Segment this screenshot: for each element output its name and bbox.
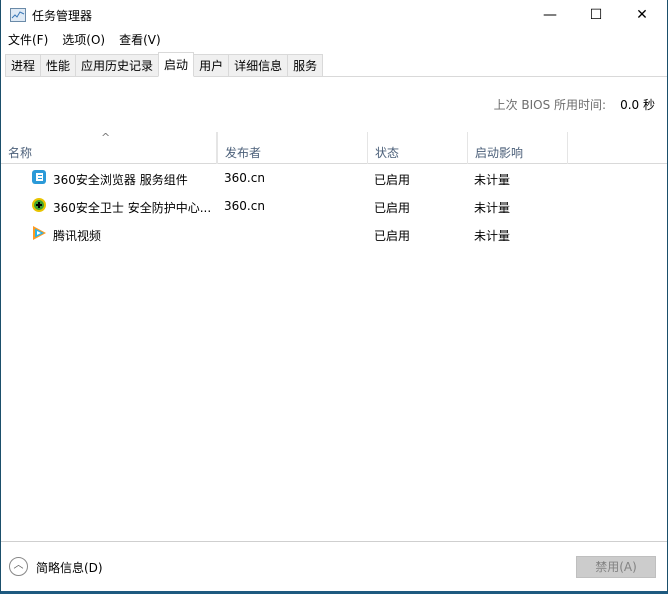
row-status: 已启用 (374, 173, 411, 187)
bios-time-label: 上次 BIOS 所用时间: (493, 98, 607, 112)
title-bar: 任务管理器 — ☐ ✕ (1, 0, 667, 30)
close-button[interactable]: ✕ (619, 0, 665, 30)
row-publisher: 360.cn (224, 199, 265, 213)
row-impact: 未计量 (474, 201, 511, 215)
column-name[interactable]: 名称 (1, 132, 217, 164)
column-status[interactable]: 状态 (368, 132, 468, 164)
row-publisher: 360.cn (224, 171, 265, 185)
row-impact: 未计量 (474, 173, 511, 187)
bios-time: 上次 BIOS 所用时间: 0.0 秒 (494, 96, 655, 113)
maximize-button[interactable]: ☐ (573, 0, 619, 30)
tab-performance[interactable]: 性能 (40, 54, 76, 77)
tab-processes[interactable]: 进程 (5, 54, 41, 77)
chevron-up-icon[interactable]: ︿ (9, 557, 28, 576)
disable-button[interactable]: 禁用(A) (576, 556, 656, 578)
less-details-link[interactable]: 简略信息(D) (36, 559, 103, 576)
tab-bar: 进程 性能 应用历史记录 启动 用户 详细信息 服务 (5, 52, 667, 77)
window-title: 任务管理器 (32, 8, 93, 23)
footer: ︿ 简略信息(D) 禁用(A) (1, 541, 667, 591)
menu-view[interactable]: 查看(V) (112, 30, 168, 50)
tab-startup[interactable]: 启动 (158, 52, 195, 77)
row-impact: 未计量 (474, 229, 511, 243)
menu-file[interactable]: 文件(F) (1, 30, 55, 50)
row-status: 已启用 (374, 229, 411, 243)
table-row[interactable]: 360安全浏览器 服务组件 360.cn 已启用 未计量 (1, 164, 667, 192)
tab-details[interactable]: 详细信息 (228, 54, 288, 77)
row-name: 360安全卫士 安全防护中心... (53, 201, 212, 215)
360-browser-icon (32, 170, 46, 184)
bios-time-value: 0.0 秒 (620, 98, 655, 112)
tab-services[interactable]: 服务 (287, 54, 324, 77)
minimize-button[interactable]: — (527, 0, 573, 30)
tab-app-history[interactable]: 应用历史记录 (75, 54, 159, 77)
table-row[interactable]: 腾讯视频 已启用 未计量 (1, 220, 667, 248)
row-name: 360安全浏览器 服务组件 (53, 173, 188, 187)
360-safe-icon (32, 198, 46, 212)
task-manager-window: 任务管理器 — ☐ ✕ 文件(F) 选项(O) 查看(V) 进程 性能 应用历史… (0, 0, 668, 594)
row-name: 腾讯视频 (53, 229, 102, 243)
menu-options[interactable]: 选项(O) (55, 30, 112, 50)
task-manager-icon (10, 8, 26, 22)
tencent-video-icon (33, 226, 46, 240)
menu-bar: 文件(F) 选项(O) 查看(V) (1, 30, 168, 50)
column-header: ^ 名称 发布者 状态 启动影响 (1, 131, 667, 164)
table-row[interactable]: 360安全卫士 安全防护中心... 360.cn 已启用 未计量 (1, 192, 667, 220)
tab-users[interactable]: 用户 (194, 54, 229, 77)
row-status: 已启用 (374, 201, 411, 215)
column-impact[interactable]: 启动影响 (468, 132, 568, 164)
column-publisher[interactable]: 发布者 (217, 132, 368, 164)
